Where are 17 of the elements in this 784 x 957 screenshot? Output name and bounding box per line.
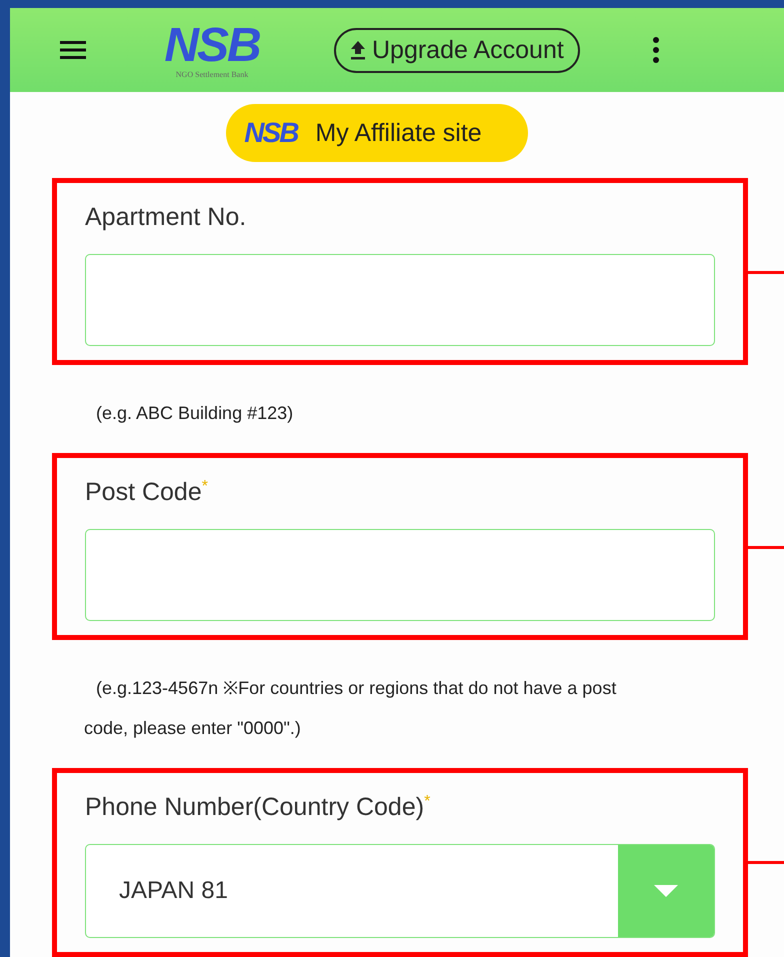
menu-icon[interactable] — [60, 40, 86, 60]
upload-icon — [350, 40, 366, 60]
affiliate-site-button[interactable]: NSB My Affiliate site — [226, 104, 528, 162]
field-label: Post Code* — [85, 478, 209, 507]
caret-icon — [654, 885, 678, 897]
more-options-icon[interactable] — [652, 36, 660, 64]
select-field[interactable]: JAPAN 81 — [85, 844, 715, 938]
field-hint: (e.g.123-4567n ※For countries or regions that do not have a post code, please enter "0000".) — [84, 677, 618, 740]
input-field[interactable] — [85, 254, 715, 346]
field-hint: (e.g. ABC Building #123) — [95, 402, 294, 425]
field-label: Apartment No. — [85, 203, 248, 232]
logo-letters: NSB — [244, 119, 298, 148]
upgrade-account-button[interactable]: Upgrade Account — [334, 28, 580, 73]
field-label: Phone Number(Country Code)* — [85, 793, 432, 822]
logo-tagline: NGO Settlement Bank — [176, 70, 248, 79]
input-field[interactable] — [85, 529, 715, 621]
logo-letters: NSB — [164, 22, 260, 70]
